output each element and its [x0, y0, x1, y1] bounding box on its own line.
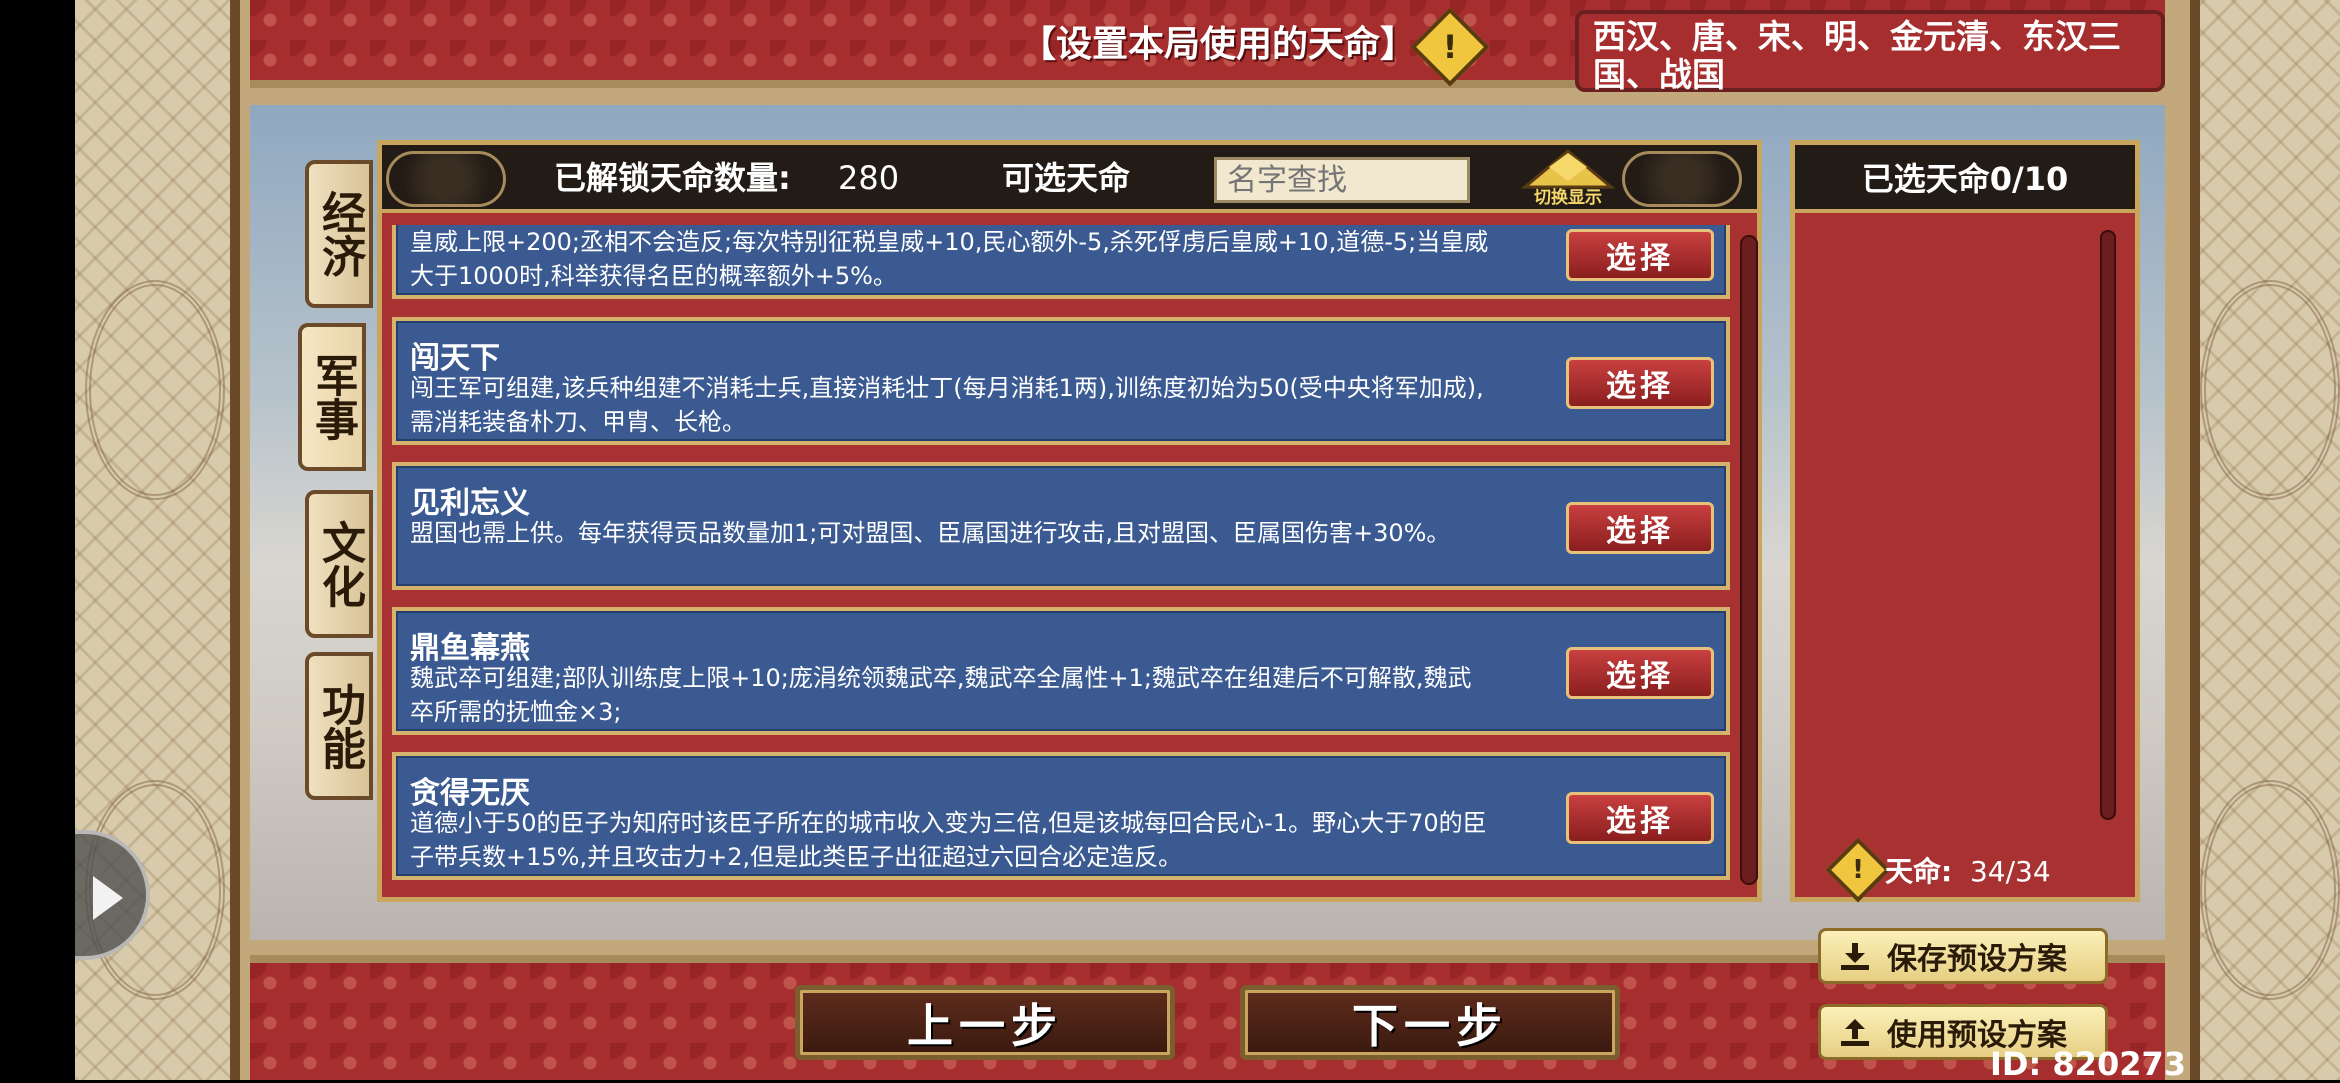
list-item: 见利忘义 盟国也需上供。每年获得贡品数量加1;可对盟国、臣属国进行攻击,且对盟国…	[392, 462, 1730, 590]
destiny-count-label: 天命:	[1885, 855, 1953, 888]
destiny-description: 盟国也需上供。每年获得贡品数量加1;可对盟国、臣属国进行攻击,且对盟国、臣属国伤…	[410, 519, 1451, 547]
list-item: 贪得无厌 道德小于50的臣子为知府时该臣子所在的城市收入变为三倍,但是该城每回合…	[392, 752, 1730, 880]
player-id: ID: 820273	[1990, 1045, 2186, 1083]
list-scrollbar[interactable]	[1740, 235, 1758, 885]
download-icon	[1841, 943, 1869, 970]
available-destiny-panel: 已解锁天命数量: 280 可选天命 切换显示 皇威上限+200;丞相不会造反;每…	[377, 140, 1762, 902]
tab-label: 经济	[314, 190, 365, 278]
destiny-description: 闯王军可组建,该兵种组建不消耗士兵,直接消耗壮丁(每月消耗1两),训练度初始为5…	[410, 374, 1484, 436]
select-button[interactable]: 选择	[1566, 502, 1714, 554]
tab-military[interactable]: 军事	[298, 323, 366, 471]
list-item: 闯天下 闯王军可组建,该兵种组建不消耗士兵,直接消耗壮丁(每月消耗1两),训练度…	[392, 317, 1730, 445]
tab-culture[interactable]: 文化	[305, 490, 373, 638]
play-arrow-icon	[93, 876, 123, 920]
tab-economy[interactable]: 经济	[305, 160, 373, 308]
dragon-ornament-icon	[1622, 151, 1742, 207]
selectable-label: 可选天命	[1002, 159, 1131, 197]
save-preset-label: 保存预设方案	[1887, 942, 2067, 977]
select-button[interactable]: 选择	[1566, 792, 1714, 844]
save-preset-button[interactable]: 保存预设方案	[1818, 928, 2108, 984]
list-item: 鼎鱼幕燕 魏武卒可组建;部队训练度上限+10;庞涓统领魏武卒,魏武卒全属性+1;…	[392, 607, 1730, 735]
destiny-count-value: 34/34	[1969, 855, 2051, 888]
dragon-ornament-icon	[386, 151, 506, 207]
toggle-display-label: 切换显示	[1534, 188, 1602, 208]
dragon-emblem-icon	[2200, 780, 2340, 1000]
select-button[interactable]: 选择	[1566, 647, 1714, 699]
toggle-display-button[interactable]: 切换显示	[1519, 145, 1617, 211]
unlocked-label: 已解锁天命数量:	[554, 159, 791, 197]
select-button[interactable]: 选择	[1566, 357, 1714, 409]
list-item: 皇威上限+200;丞相不会造反;每次特别征税皇威+10,民心额外-5,杀死俘虏后…	[392, 225, 1730, 299]
unlocked-count: 280	[838, 159, 900, 197]
panel-header: 已解锁天命数量: 280 可选天命 切换显示	[382, 145, 1757, 213]
selected-destiny-panel: 已选天命0/10 ! 天命: 34/34	[1790, 140, 2140, 903]
dragon-emblem-icon	[2200, 280, 2340, 500]
search-input[interactable]	[1214, 157, 1470, 203]
tab-label: 军事	[307, 353, 358, 441]
dragon-emblem-icon	[85, 280, 225, 500]
selected-scrollbar[interactable]	[2100, 230, 2116, 820]
next-step-button[interactable]: 下一步	[1240, 985, 1620, 1060]
selected-title: 已选天命0/10	[1795, 145, 2135, 213]
page-title: 【设置本局使用的天命】	[1020, 24, 1417, 65]
tab-label: 文化	[314, 520, 365, 608]
destiny-description: 道德小于50的臣子为知府时该臣子所在的城市收入变为三倍,但是该城每回合民心-1。…	[410, 809, 1487, 871]
destiny-description: 皇威上限+200;丞相不会造反;每次特别征税皇威+10,民心额外-5,杀死俘虏后…	[410, 228, 1489, 290]
right-ornament-panel	[2190, 0, 2340, 1080]
select-button[interactable]: 选择	[1566, 229, 1714, 281]
destiny-info-icon[interactable]: !	[1825, 837, 1891, 903]
tab-label: 功能	[314, 682, 365, 770]
destiny-count: 天命: 34/34	[1885, 850, 2051, 890]
prev-step-button[interactable]: 上一步	[795, 985, 1175, 1060]
dynasty-list[interactable]: 西汉、唐、宋、明、金元清、东汉三国、战国	[1575, 10, 2165, 94]
upload-icon	[1841, 1019, 1869, 1046]
destiny-list[interactable]: 皇威上限+200;丞相不会造反;每次特别征税皇威+10,民心额外-5,杀死俘虏后…	[392, 225, 1730, 895]
tab-function[interactable]: 功能	[305, 652, 373, 800]
destiny-description: 魏武卒可组建;部队训练度上限+10;庞涓统领魏武卒,魏武卒全属性+1;魏武卒在组…	[410, 664, 1472, 726]
